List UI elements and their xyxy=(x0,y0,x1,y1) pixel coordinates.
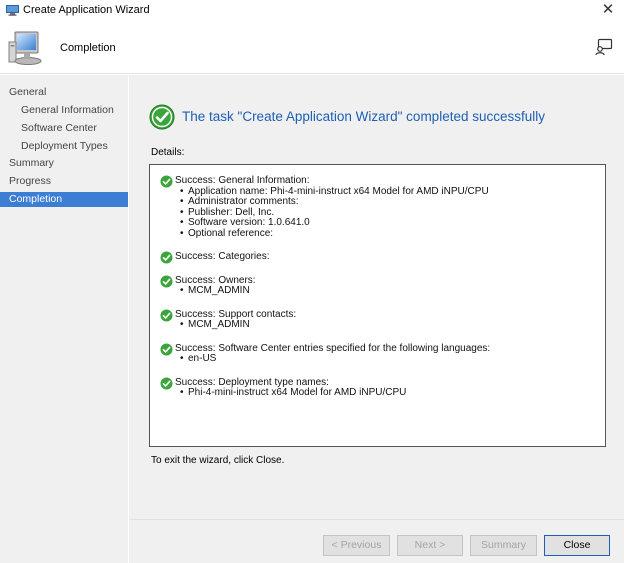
detail-bullet: en-US xyxy=(175,353,605,365)
detail-bullet: Phi-4-mini-instruct x64 Model for AMD iN… xyxy=(175,387,605,399)
next-button[interactable]: Next > xyxy=(397,535,463,556)
check-icon xyxy=(160,309,173,321)
close-button[interactable]: Close xyxy=(544,535,610,556)
detail-heading: Success: Software Center entries specifi… xyxy=(175,342,491,354)
detail-group-owners: Success: Owners: MCM_ADMIN xyxy=(160,275,605,297)
main-panel: The task "Create Application Wizard" com… xyxy=(129,75,624,563)
nav-summary[interactable]: Summary xyxy=(0,156,128,171)
close-icon[interactable]: ✕ xyxy=(596,0,620,22)
status-message: The task "Create Application Wizard" com… xyxy=(182,109,545,124)
wizard-header: Completion xyxy=(0,24,624,74)
title-bar: Create Application Wizard ✕ xyxy=(0,0,624,24)
check-icon xyxy=(160,251,173,264)
details-box[interactable]: Success: General Information: Applicatio… xyxy=(149,164,606,447)
detail-bullet: Administrator comments: xyxy=(175,196,605,208)
detail-group-categories: Success: Categories: xyxy=(160,251,605,264)
nav-completion[interactable]: Completion xyxy=(0,192,128,207)
detail-group-languages: Success: Software Center entries specifi… xyxy=(160,342,605,365)
check-icon xyxy=(160,275,173,287)
page-title: Completion xyxy=(60,42,116,54)
previous-button[interactable]: < Previous xyxy=(323,535,390,556)
success-check-icon xyxy=(149,104,175,130)
detail-bullet: Optional reference: xyxy=(175,228,605,240)
window-title: Create Application Wizard xyxy=(23,4,150,16)
check-icon xyxy=(160,175,173,188)
detail-heading: Success: Categories: xyxy=(175,251,270,262)
details-label: Details: xyxy=(151,147,185,158)
wizard-footer: < Previous Next > Summary Close xyxy=(129,519,624,563)
feedback-icon[interactable] xyxy=(594,37,614,57)
nav-general-information[interactable]: General Information xyxy=(0,103,128,118)
check-icon xyxy=(160,377,173,389)
check-icon xyxy=(160,343,173,355)
nav-deployment-types[interactable]: Deployment Types xyxy=(0,139,128,154)
detail-group-general: Success: General Information: Applicatio… xyxy=(160,175,605,240)
detail-group-deployment-types: Success: Deployment type names: Phi-4-mi… xyxy=(160,377,605,399)
computer-wizard-icon xyxy=(8,31,42,65)
detail-bullet: MCM_ADMIN xyxy=(175,319,605,331)
nav-progress[interactable]: Progress xyxy=(0,174,128,189)
detail-group-support-contacts: Success: Support contacts: MCM_ADMIN xyxy=(160,309,605,331)
app-icon xyxy=(6,5,19,16)
nav-general[interactable]: General xyxy=(0,85,128,100)
summary-button[interactable]: Summary xyxy=(470,535,537,556)
exit-hint: To exit the wizard, click Close. xyxy=(151,455,285,466)
content-area: The task "Create Application Wizard" com… xyxy=(129,75,624,519)
detail-bullet: Software version: 1.0.641.0 xyxy=(175,217,605,229)
wizard-nav: General General Information Software Cen… xyxy=(0,75,128,563)
detail-heading: Success: General Information: xyxy=(175,175,310,186)
detail-bullet: MCM_ADMIN xyxy=(175,285,605,297)
nav-software-center[interactable]: Software Center xyxy=(0,121,128,136)
